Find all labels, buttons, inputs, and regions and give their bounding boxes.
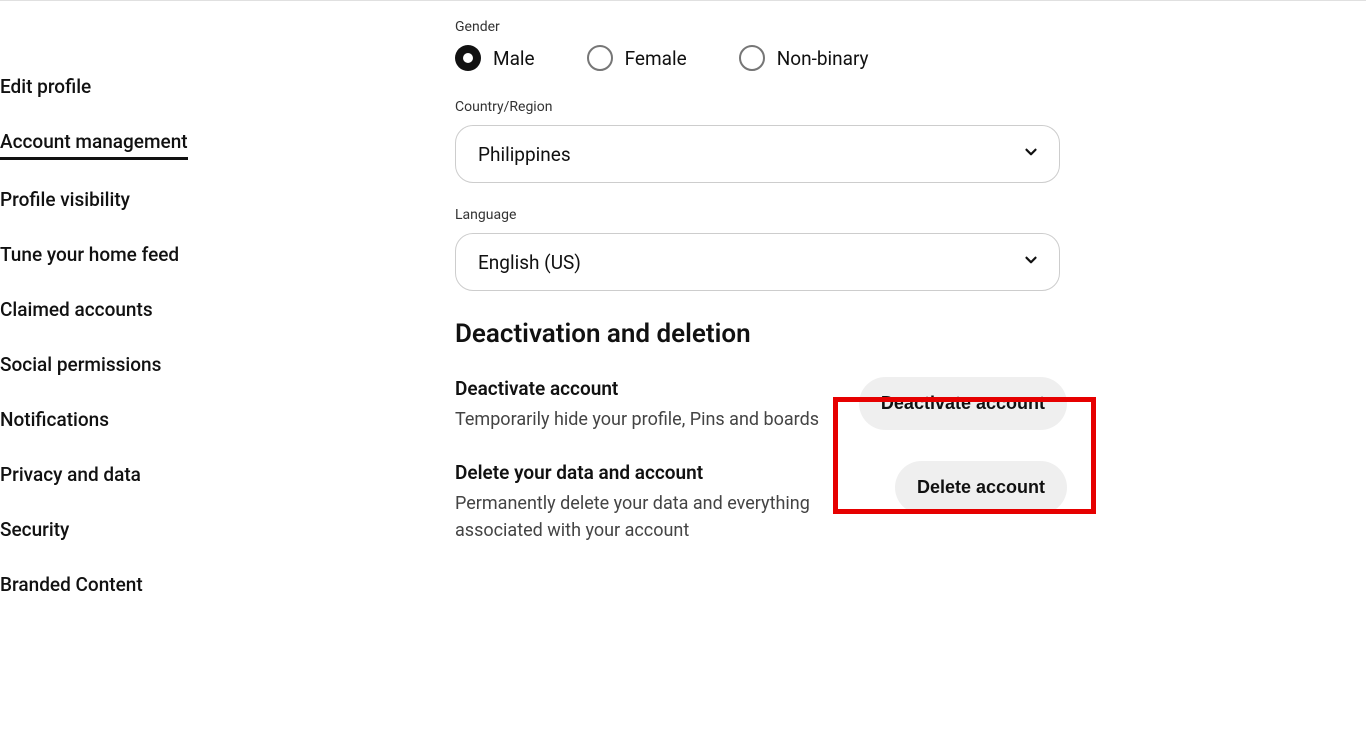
sidebar-item-social-permissions[interactable]: Social permissions [0, 337, 161, 392]
sidebar-item-notifications[interactable]: Notifications [0, 392, 109, 447]
gender-option-nonbinary[interactable]: Non-binary [739, 45, 869, 71]
sidebar-item-account-management[interactable]: Account management [0, 114, 188, 160]
sidebar-item-security[interactable]: Security [0, 502, 69, 557]
delete-desc: Permanently delete your data and everyth… [455, 490, 855, 544]
gender-option-label: Female [625, 47, 687, 70]
gender-option-label: Male [493, 47, 535, 70]
country-label: Country/Region [455, 99, 1366, 115]
language-label: Language [455, 207, 1366, 223]
sidebar-item-privacy-data[interactable]: Privacy and data [0, 447, 141, 502]
gender-radio-group: Male Female Non-binary [455, 45, 1366, 71]
sidebar-item-edit-profile[interactable]: Edit profile [0, 59, 91, 114]
gender-option-female[interactable]: Female [587, 45, 687, 71]
language-value: English (US) [478, 251, 581, 274]
deactivate-title: Deactivate account [455, 377, 819, 400]
settings-main: Gender Male Female Non-binary Country/Re… [260, 1, 1366, 737]
radio-unselected-icon [587, 45, 613, 71]
sidebar-item-claimed-accounts[interactable]: Claimed accounts [0, 282, 153, 337]
delete-row: Delete your data and account Permanently… [455, 461, 1067, 544]
gender-label: Gender [455, 19, 1366, 35]
delete-title: Delete your data and account [455, 461, 855, 484]
language-select[interactable]: English (US) [455, 233, 1060, 291]
deactivate-row: Deactivate account Temporarily hide your… [455, 377, 1067, 433]
gender-option-label: Non-binary [777, 47, 869, 70]
country-select[interactable]: Philippines [455, 125, 1060, 183]
gender-option-male[interactable]: Male [455, 45, 535, 71]
deactivate-desc: Temporarily hide your profile, Pins and … [455, 406, 819, 433]
delete-account-button[interactable]: Delete account [895, 461, 1067, 514]
deactivation-deletion-title: Deactivation and deletion [455, 319, 1366, 349]
radio-unselected-icon [739, 45, 765, 71]
settings-sidebar: Edit profile Account management Profile … [0, 1, 260, 737]
deactivate-account-button[interactable]: Deactivate account [859, 377, 1067, 430]
radio-selected-icon [455, 45, 481, 71]
country-value: Philippines [478, 143, 571, 166]
sidebar-item-profile-visibility[interactable]: Profile visibility [0, 172, 130, 227]
sidebar-item-branded-content[interactable]: Branded Content [0, 557, 143, 612]
sidebar-item-tune-home-feed[interactable]: Tune your home feed [0, 227, 179, 282]
